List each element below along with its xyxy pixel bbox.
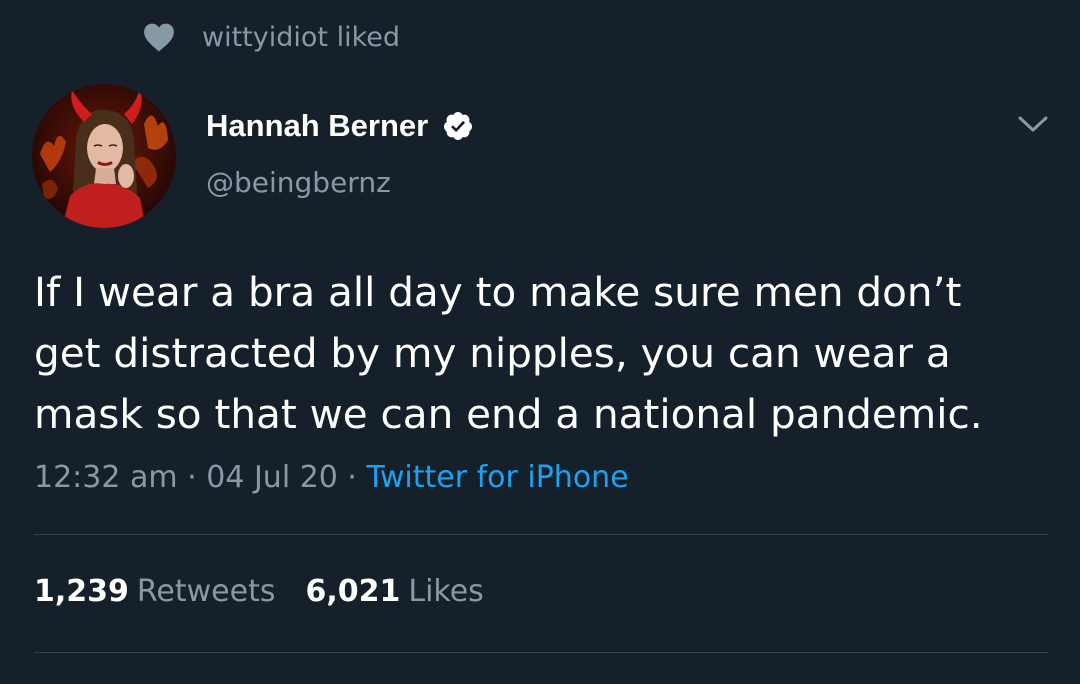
- divider: [34, 534, 1048, 535]
- avatar[interactable]: [32, 84, 176, 228]
- author-handle[interactable]: @beingbernz: [206, 166, 391, 199]
- tweet-text: If I wear a bra all day to make sure men…: [34, 262, 1054, 445]
- likes-count: 6,021: [305, 574, 401, 609]
- meta-separator: ·: [347, 460, 357, 495]
- retweets-label: Retweets: [136, 574, 276, 609]
- tweet-text-line: mask so that we can end a national pande…: [34, 390, 983, 438]
- tweet-time[interactable]: 12:32 am: [34, 460, 178, 495]
- likes-label: Likes: [408, 574, 484, 609]
- meta-separator: ·: [187, 460, 197, 495]
- tweet-source-link[interactable]: Twitter for iPhone: [367, 460, 629, 495]
- chevron-down-icon: [1018, 116, 1048, 132]
- tweet-date[interactable]: 04 Jul 20: [206, 460, 338, 495]
- tweet-metadata: 12:32 am · 04 Jul 20 · Twitter for iPhon…: [34, 460, 629, 495]
- tweet-text-line: get distracted by my nipples, you can we…: [34, 329, 951, 377]
- retweets-stat[interactable]: 1,239 Retweets: [34, 574, 275, 609]
- verified-badge-icon: [444, 112, 473, 140]
- tweet-text-line: If I wear a bra all day to make sure men…: [34, 268, 962, 316]
- avatar-image: [32, 84, 176, 228]
- tweet-stats: 1,239 Retweets 6,021 Likes: [34, 574, 484, 609]
- retweets-count: 1,239: [34, 574, 129, 609]
- likes-stat[interactable]: 6,021 Likes: [305, 574, 483, 609]
- display-name[interactable]: Hannah Berner: [206, 108, 428, 144]
- divider: [34, 652, 1048, 653]
- heart-icon: [144, 23, 174, 52]
- more-options-button[interactable]: [1014, 108, 1052, 140]
- liked-by-text[interactable]: wittyidiot liked: [202, 22, 400, 53]
- social-context: wittyidiot liked: [142, 18, 400, 56]
- author-name-row[interactable]: Hannah Berner: [206, 104, 474, 148]
